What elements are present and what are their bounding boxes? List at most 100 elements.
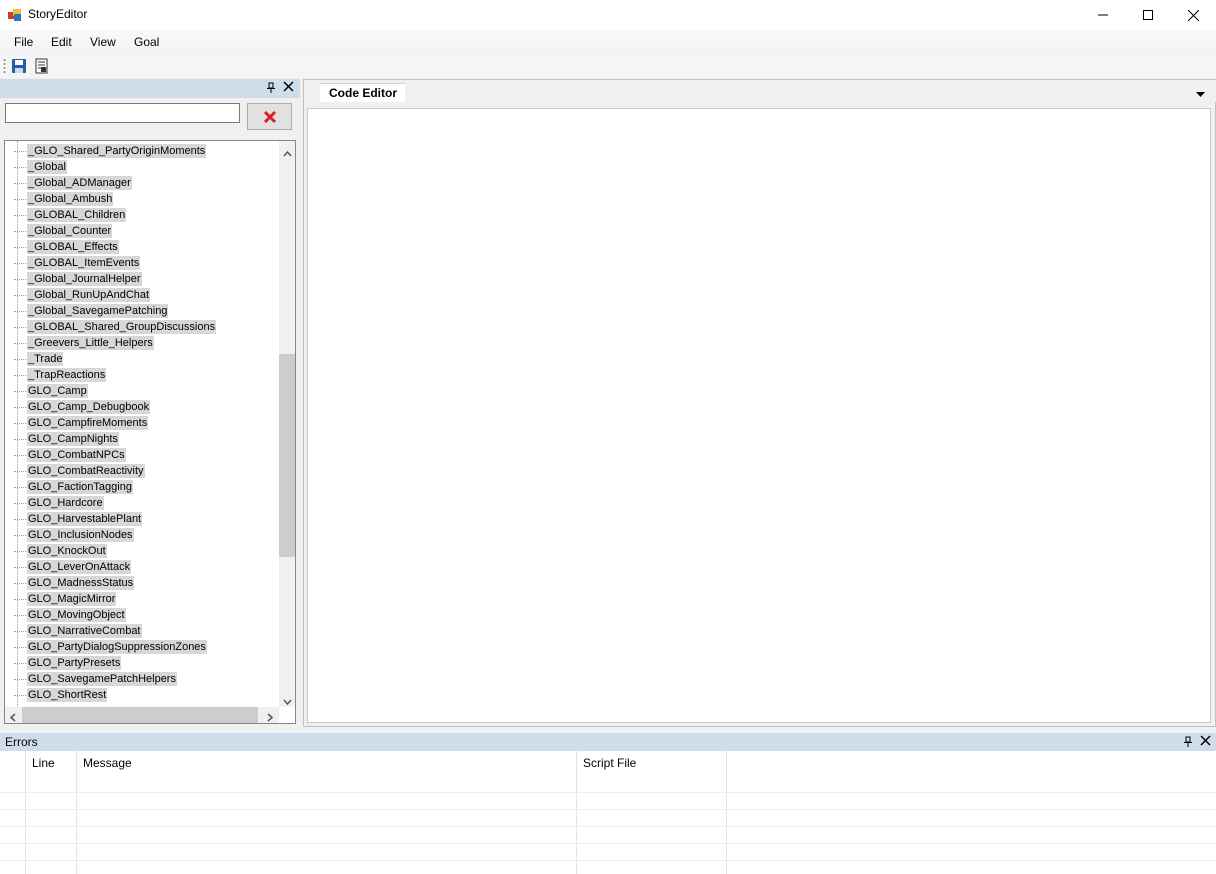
save-button[interactable] xyxy=(11,58,27,74)
tree-item[interactable]: _Greevers_Little_Helpers xyxy=(5,335,277,351)
minimize-button[interactable] xyxy=(1080,0,1126,30)
tree-connector-tick xyxy=(14,279,26,280)
tree-connector-tick xyxy=(14,615,26,616)
tree-item[interactable]: _GLOBAL_Shared_GroupDiscussions xyxy=(5,319,277,335)
clear-search-button[interactable] xyxy=(247,103,292,130)
grid-row-line xyxy=(0,809,1216,810)
tab-code-editor[interactable]: Code Editor xyxy=(320,83,405,102)
tree-item[interactable]: _Trade xyxy=(5,351,277,367)
tree-item-label: _GLOBAL_ItemEvents xyxy=(27,256,141,270)
code-editor-area[interactable] xyxy=(307,108,1211,723)
scroll-right-icon[interactable] xyxy=(267,711,274,723)
tree-item[interactable]: GLO_MovingObject xyxy=(5,607,277,623)
tree-item[interactable]: _GLOBAL_ItemEvents xyxy=(5,255,277,271)
tree-vertical-scroll-thumb[interactable] xyxy=(279,354,295,557)
tree-item[interactable]: GLO_ShortRest xyxy=(5,687,277,703)
tree-item-label: GLO_Hardcore xyxy=(27,496,104,510)
save-icon xyxy=(12,59,26,73)
tree-item[interactable]: GLO_CombatNPCs xyxy=(5,447,277,463)
tree-connector-tick xyxy=(14,343,26,344)
menu-bar xyxy=(0,30,1216,53)
menu-goal[interactable]: Goal xyxy=(134,35,159,49)
scroll-down-icon[interactable] xyxy=(283,694,292,708)
tree-item[interactable]: _Global_SavegamePatching xyxy=(5,303,277,319)
tree-item[interactable]: GLO_LeverOnAttack xyxy=(5,559,277,575)
tree-item[interactable]: GLO_CampfireMoments xyxy=(5,415,277,431)
tree-item-label: _GLOBAL_Shared_GroupDiscussions xyxy=(27,320,217,334)
tree-item[interactable]: _GLO_Shared_PartyOriginMoments xyxy=(5,143,277,159)
tree-horizontal-scrollbar[interactable] xyxy=(5,707,279,723)
tree-item[interactable]: GLO_InclusionNodes xyxy=(5,527,277,543)
tree-item[interactable]: _GLOBAL_Effects xyxy=(5,239,277,255)
tree-item[interactable]: GLO_Camp xyxy=(5,383,277,399)
column-header-message[interactable]: Message xyxy=(77,751,132,776)
tree-item[interactable]: GLO_Hardcore xyxy=(5,495,277,511)
tree-item-label: GLO_SavegamePatchHelpers xyxy=(27,672,177,686)
tree-item[interactable]: GLO_MadnessStatus xyxy=(5,575,277,591)
tree-item[interactable]: GLO_FactionTagging xyxy=(5,479,277,495)
toolbar-grip-icon[interactable] xyxy=(3,58,6,74)
tree-item[interactable]: GLO_CombatReactivity xyxy=(5,463,277,479)
tree-connector-tick xyxy=(14,183,26,184)
tree-item[interactable]: GLO_NarrativeCombat xyxy=(5,623,277,639)
tree-connector-tick xyxy=(14,695,26,696)
tree-item-label: GLO_NarrativeCombat xyxy=(27,624,142,638)
tree-item[interactable]: _Global_Ambush xyxy=(5,191,277,207)
tree-item[interactable]: _Global_RunUpAndChat xyxy=(5,287,277,303)
tree-item[interactable]: _GLOBAL_Children xyxy=(5,207,277,223)
menu-file[interactable]: File xyxy=(14,35,33,49)
tree-item[interactable]: _Global xyxy=(5,159,277,175)
tree-connector-tick xyxy=(14,551,26,552)
tree-connector-tick xyxy=(14,535,26,536)
tree-item[interactable]: GLO_MagicMirror xyxy=(5,591,277,607)
tree-item-label: GLO_MagicMirror xyxy=(27,592,117,606)
tree-item[interactable]: GLO_KnockOut xyxy=(5,543,277,559)
tree-item[interactable]: GLO_Camp_Debugbook xyxy=(5,399,277,415)
tree-connector-tick xyxy=(14,583,26,584)
goal-tree[interactable]: _GLO_Shared_PartyOriginMoments _Global _Gl… xyxy=(4,140,296,724)
tree-item[interactable]: GLO_HarvestablePlant xyxy=(5,511,277,527)
tree-vertical-scrollbar[interactable] xyxy=(279,141,295,708)
errors-panel-pin-button[interactable] xyxy=(1183,736,1193,751)
script-button[interactable] xyxy=(34,58,50,74)
editor-tab-strip xyxy=(304,80,1216,102)
maximize-button[interactable] xyxy=(1125,0,1171,30)
tree-connector-tick xyxy=(14,215,26,216)
close-window-button[interactable] xyxy=(1170,0,1216,30)
title-bar xyxy=(0,0,1216,30)
app-icon xyxy=(8,8,22,22)
tree-item[interactable]: _Global_JournalHelper xyxy=(5,271,277,287)
tree-connector-tick xyxy=(14,199,26,200)
scroll-left-icon[interactable] xyxy=(9,711,16,723)
column-header-line[interactable]: Line xyxy=(26,751,55,776)
tree-horizontal-scroll-thumb[interactable] xyxy=(22,707,258,723)
errors-panel-close-button[interactable] xyxy=(1200,735,1211,749)
tree-item[interactable]: _Global_Counter xyxy=(5,223,277,239)
left-panel-close-button[interactable] xyxy=(283,81,294,95)
tree-item-label: _Global_RunUpAndChat xyxy=(27,288,151,302)
close-icon xyxy=(1187,9,1199,21)
pin-icon xyxy=(267,82,275,93)
tree-connector-tick xyxy=(14,151,26,152)
tree-item[interactable]: _Global_ADManager xyxy=(5,175,277,191)
errors-grid[interactable]: Line Message Script File xyxy=(0,751,1216,874)
tab-dropdown-button[interactable] xyxy=(1196,87,1205,101)
column-header-script-file[interactable]: Script File xyxy=(577,751,636,776)
tree-item[interactable]: GLO_PartyDialogSuppressionZones xyxy=(5,639,277,655)
red-x-icon xyxy=(263,110,276,123)
tree-connector-tick xyxy=(14,263,26,264)
tree-item[interactable]: GLO_SavegamePatchHelpers xyxy=(5,671,277,687)
tree-item-label: GLO_CombatNPCs xyxy=(27,448,126,462)
search-input[interactable] xyxy=(5,103,240,123)
tree-connector-tick xyxy=(14,407,26,408)
menu-edit[interactable]: Edit xyxy=(51,35,72,49)
left-panel-pin-button[interactable] xyxy=(266,82,276,97)
tree-item[interactable]: GLO_PartyPresets xyxy=(5,655,277,671)
tree-item-label: _TrapReactions xyxy=(27,368,107,382)
tree-connector-tick xyxy=(14,423,26,424)
menu-view[interactable]: View xyxy=(90,35,116,49)
tree-item[interactable]: _TrapReactions xyxy=(5,367,277,383)
tree-item[interactable]: GLO_CampNights xyxy=(5,431,277,447)
scroll-up-icon[interactable] xyxy=(283,146,292,160)
tree-item-label: _Global xyxy=(27,160,67,174)
